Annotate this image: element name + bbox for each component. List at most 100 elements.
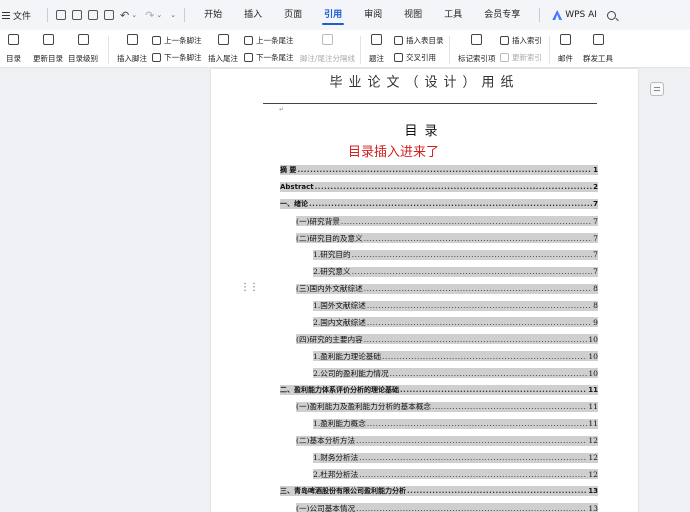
toc-entry-page: 13 — [588, 487, 598, 496]
tab-references[interactable]: 引用 — [322, 0, 345, 30]
undo-icon[interactable]: ↶ — [120, 9, 129, 22]
page-header: 毕业论文（设计）用纸 — [329, 74, 520, 91]
search-icon[interactable] — [606, 10, 616, 20]
toc-entry-page: 7 — [593, 267, 598, 277]
toc-entry[interactable]: 三、青岛啤酒股份有限公司盈利能力分析 13 — [280, 483, 598, 500]
insert-footnote-label: 插入脚注 — [117, 54, 147, 63]
redo-dropdown-icon[interactable]: ⌄ — [156, 11, 162, 19]
tab-insert[interactable]: 插入 — [242, 0, 264, 30]
toc-level-button[interactable]: 目录级别 — [68, 34, 98, 64]
toc-icon — [8, 34, 19, 45]
prev-footnote-label: 上一条脚注 — [164, 36, 202, 45]
toc-leader-dots — [364, 234, 592, 243]
toc-entry[interactable]: 2.研究意义 7 — [280, 263, 598, 280]
print-icon[interactable] — [88, 10, 99, 20]
toc-entry[interactable]: (三)国内外文献综述 8 — [280, 280, 598, 297]
divider — [360, 36, 361, 64]
tab-member[interactable]: 会员专享 — [482, 0, 522, 30]
toc-label: 目录 — [6, 54, 21, 63]
toc-entry-field: Abstract 2 — [280, 182, 598, 193]
divider — [108, 36, 109, 64]
file-menu[interactable]: 文件 — [13, 9, 31, 22]
toc-entry[interactable]: (四)研究的主要内容 10 — [280, 331, 598, 348]
prev-endnote-button[interactable]: 上一条尾注 — [244, 35, 294, 46]
mail-button[interactable]: 邮件 — [558, 34, 573, 64]
insert-endnote-button[interactable]: 插入尾注 — [208, 34, 238, 64]
mail-icon — [560, 34, 571, 45]
toc-leader-dots — [341, 217, 592, 226]
toc-entry[interactable]: (一)研究背景 7 — [280, 213, 598, 230]
next-endnote-button[interactable]: 下一条尾注 — [244, 52, 294, 63]
header-rule — [263, 103, 597, 104]
tab-tools[interactable]: 工具 — [442, 0, 464, 30]
footnote-separator-button[interactable]: 脚注/尾注分隔线 — [300, 34, 355, 64]
toc-entry[interactable]: 1.研究目的 7 — [280, 246, 598, 263]
cross-reference-button[interactable]: 交叉引用 — [394, 52, 436, 63]
divider — [539, 8, 541, 22]
prev-footnote-button[interactable]: 上一条脚注 — [152, 35, 202, 46]
tab-view[interactable]: 视图 — [402, 0, 424, 30]
toc-entry[interactable]: 1.国外文献综述 8 — [280, 297, 598, 314]
tab-home[interactable]: 开始 — [202, 0, 224, 30]
undo-dropdown-icon[interactable]: ⌄ — [131, 11, 137, 19]
mark-index-button[interactable]: 标记索引项 — [458, 34, 496, 64]
caption-button[interactable]: 题注 — [369, 34, 384, 64]
insert-footnote-button[interactable]: 插入脚注 — [117, 34, 147, 64]
toc-entry[interactable]: 1.盈利能力理论基础 10 — [280, 348, 598, 365]
toc-entry-field: 1.研究目的 7 — [313, 249, 598, 260]
toc-leader-dots — [359, 453, 587, 462]
menu-icon[interactable] — [2, 11, 10, 19]
next-footnote-button[interactable]: 下一条脚注 — [152, 52, 202, 63]
drag-handle-icon[interactable]: ⋮⋮ — [240, 282, 259, 293]
insert-table-of-figures-label: 插入表目录 — [406, 36, 444, 45]
toc-entry-field: 2.研究意义 7 — [313, 266, 598, 277]
toc-entry[interactable]: (二)基本分析方法 12 — [280, 432, 598, 449]
toc-entry[interactable]: (二)研究目的及意义 7 — [280, 230, 598, 247]
toc-entry[interactable]: 1.盈利能力概念 11 — [280, 415, 598, 432]
toc-entry[interactable]: (一)盈利能力及盈利能力分析的基本概念 11 — [280, 398, 598, 415]
toc-entry-field: 2.杜邦分析法 12 — [313, 469, 598, 480]
toc-entry[interactable]: Abstract 2 — [280, 179, 598, 196]
toc-entry-text: 三、青岛啤酒股份有限公司盈利能力分析 — [280, 487, 406, 496]
side-panel-icon[interactable] — [650, 82, 664, 96]
toc-entry-page: 12 — [588, 453, 598, 463]
toc-leader-dots — [367, 419, 588, 428]
toc-leader-dots — [352, 250, 593, 259]
tab-page[interactable]: 页面 — [282, 0, 304, 30]
insert-table-of-figures-button[interactable]: 插入表目录 — [394, 35, 444, 46]
redo-icon[interactable]: ↷ — [145, 9, 154, 22]
mass-tools-label: 群发工具 — [583, 54, 613, 63]
wps-ai-label: WPS AI — [565, 10, 597, 20]
toc-entry[interactable]: 一、绪论 7 — [280, 196, 598, 213]
next-footnote-label: 下一条脚注 — [164, 53, 202, 62]
toc-entry-text: (二)基本分析方法 — [296, 436, 356, 446]
toc-entry-text: (一)研究背景 — [296, 216, 340, 226]
toc-entry-field: (一)公司基本情况 13 — [296, 503, 598, 512]
print-preview-icon[interactable] — [104, 10, 115, 20]
toc-entry[interactable]: 2.公司的盈利能力情况 10 — [280, 365, 598, 382]
wps-ai-button[interactable]: WPS AI — [552, 10, 597, 20]
toc-leader-dots — [367, 318, 592, 327]
toc-entry[interactable]: 2.国内文献综述 9 — [280, 314, 598, 331]
mass-tools-button[interactable]: 群发工具 — [583, 34, 613, 64]
toc-entry[interactable]: (一)公司基本情况 13 — [280, 500, 598, 512]
toc-entry-field: (三)国内外文献综述 8 — [296, 283, 598, 294]
toc-entry[interactable]: 1.财务分析法 12 — [280, 449, 598, 466]
update-toc-button[interactable]: 更新目录 — [33, 34, 63, 64]
prev-endnote-icon — [244, 36, 253, 45]
save-icon[interactable] — [56, 10, 67, 20]
export-icon[interactable] — [72, 10, 83, 20]
toc-entry-text: (三)国内外文献综述 — [296, 284, 363, 294]
caption-label: 题注 — [369, 54, 384, 63]
toc-entry-field: 2.国内文献综述 9 — [313, 317, 598, 328]
document-page[interactable]: 毕业论文（设计）用纸 ↵ 目录 目录插入进来了 摘 要 1 Abstract 2 一、绪… — [211, 69, 638, 512]
toc-entry[interactable]: 摘 要 1 — [280, 162, 598, 179]
toc-entry-text: 2.研究意义 — [313, 267, 351, 277]
tab-review[interactable]: 审阅 — [362, 0, 384, 30]
toc-entry[interactable]: 2.杜邦分析法 12 — [280, 466, 598, 483]
insert-index-button[interactable]: 插入索引 — [500, 35, 542, 46]
update-index-button[interactable]: 更新索引 — [500, 52, 542, 63]
more-quick-access-icon[interactable]: ⌄ — [170, 11, 176, 19]
toc-button[interactable]: 目录 — [6, 34, 21, 64]
toc-entry[interactable]: 二、盈利能力体系评价分析的理论基础 11 — [280, 382, 598, 399]
